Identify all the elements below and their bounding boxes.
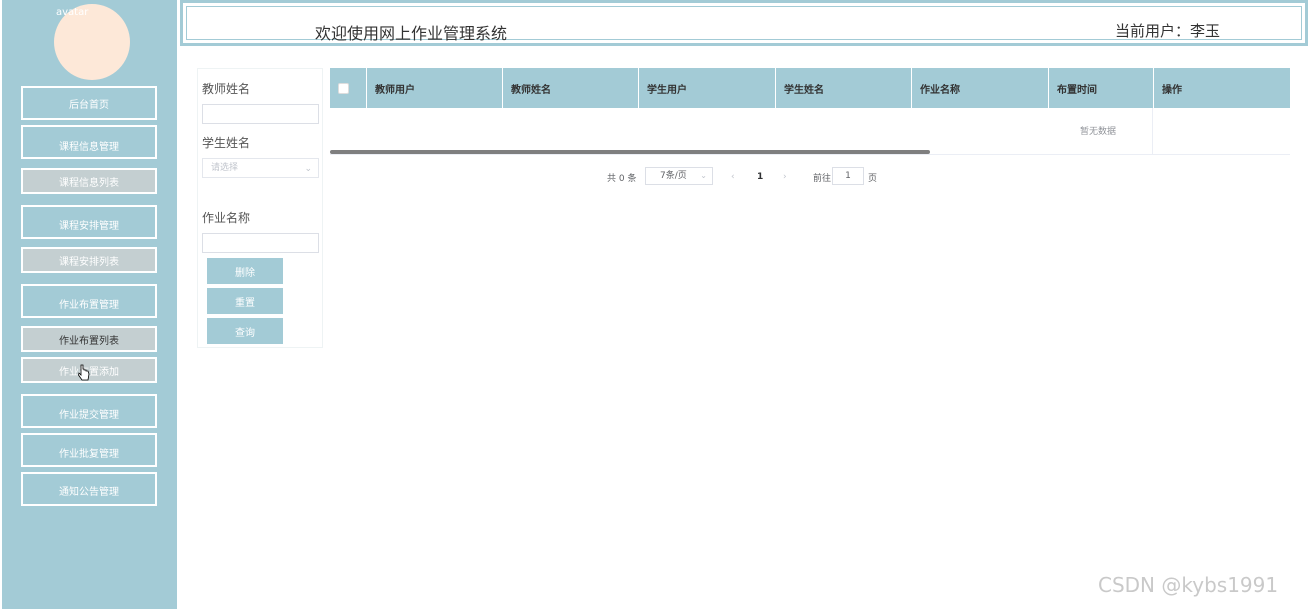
watermark: CSDN @kybs1991 xyxy=(1098,573,1279,597)
query-button[interactable]: 查询 xyxy=(207,318,283,344)
reset-button[interactable]: 重置 xyxy=(207,288,283,314)
nav-course-info-list[interactable]: 课程信息列表 xyxy=(21,168,157,194)
column-header: 操作 xyxy=(1162,84,1182,96)
avatar: avatar xyxy=(54,4,130,80)
select-all-checkbox[interactable] xyxy=(338,82,349,94)
nav-label: 作业布置列表 xyxy=(59,335,119,347)
current-page-number[interactable]: 1 xyxy=(757,167,763,187)
student-name-label: 学生姓名 xyxy=(202,136,251,150)
goto-page-input[interactable]: 1 xyxy=(832,167,864,185)
nav-label: 课程安排列表 xyxy=(59,256,119,268)
mouse-cursor-icon xyxy=(78,364,90,381)
column-header[interactable]: 教师姓名 xyxy=(503,68,639,108)
nav-course-info-manage[interactable]: 课程信息管理 xyxy=(21,125,157,159)
header: 欢迎使用网上作业管理系统 当前用户：李玉 xyxy=(180,0,1308,46)
goto-label: 前往 xyxy=(813,173,832,184)
nav-homework-assign-list[interactable]: 作业布置列表 xyxy=(21,326,157,352)
student-name-select[interactable]: 请选择 ⌄ xyxy=(202,158,319,178)
avatar-alt-text: avatar xyxy=(56,7,89,18)
delete-button[interactable]: 删除 xyxy=(207,258,283,284)
sidebar: avatar 后台首页 课程信息管理 课程信息列表 课程安排管理 课程安排列表 … xyxy=(2,0,177,609)
next-page-icon[interactable]: › xyxy=(783,167,787,187)
select-all-cell xyxy=(330,68,367,108)
nav-label: 作业批复管理 xyxy=(59,448,119,460)
app-title: 欢迎使用网上作业管理系统 xyxy=(315,24,508,43)
nav-home[interactable]: 后台首页 xyxy=(21,86,157,120)
table-body: 暂无数据 xyxy=(330,108,1290,155)
nav-label: 课程信息列表 xyxy=(59,177,119,189)
chevron-down-icon: ⌄ xyxy=(304,164,312,174)
page-size-value: 7条/页 xyxy=(660,171,687,181)
teacher-name-input[interactable] xyxy=(202,104,319,124)
nav-course-schedule-manage[interactable]: 课程安排管理 xyxy=(21,205,157,239)
column-header[interactable]: 作业名称 xyxy=(912,68,1049,108)
data-table: 教师用户 教师姓名 学生用户 学生姓名 作业名称 布置时间 操作 暂无数据 xyxy=(330,68,1290,156)
page-size-select[interactable]: 7条/页 ⌄ xyxy=(645,167,713,185)
empty-text: 暂无数据 xyxy=(1080,127,1117,137)
nav-label: 作业提交管理 xyxy=(59,409,119,421)
column-header[interactable]: 教师用户 xyxy=(367,68,503,108)
nav-homework-review-manage[interactable]: 作业批复管理 xyxy=(21,433,157,467)
nav-notice-manage[interactable]: 通知公告管理 xyxy=(21,472,157,506)
student-name-placeholder: 请选择 xyxy=(211,163,239,173)
nav-label: 作业布置管理 xyxy=(59,299,119,311)
column-header[interactable]: 学生姓名 xyxy=(776,68,912,108)
column-header[interactable]: 学生用户 xyxy=(639,68,776,108)
nav-course-schedule-list[interactable]: 课程安排列表 xyxy=(21,247,157,273)
nav-label: 通知公告管理 xyxy=(59,486,119,498)
homework-name-label: 作业名称 xyxy=(202,211,251,225)
nav-label: 课程信息管理 xyxy=(59,141,119,153)
prev-page-icon[interactable]: ‹ xyxy=(731,167,735,187)
nav-label: 课程安排管理 xyxy=(59,220,119,232)
query-button-label: 查询 xyxy=(235,327,255,339)
current-user-label: 当前用户：李玉 xyxy=(1115,22,1221,40)
delete-button-label: 删除 xyxy=(235,267,255,279)
nav-homework-submit-manage[interactable]: 作业提交管理 xyxy=(21,394,157,428)
teacher-name-label: 教师姓名 xyxy=(202,82,251,96)
header-frame: 欢迎使用网上作业管理系统 当前用户：李玉 xyxy=(186,6,1302,43)
homework-name-input[interactable] xyxy=(202,233,319,253)
reset-button-label: 重置 xyxy=(235,297,255,309)
operation-column-divider xyxy=(1152,108,1153,154)
nav-homework-assign-manage[interactable]: 作业布置管理 xyxy=(21,284,157,318)
table-header: 教师用户 教师姓名 学生用户 学生姓名 作业名称 布置时间 操作 xyxy=(330,68,1290,108)
chevron-down-icon: ⌄ xyxy=(700,171,707,180)
column-header[interactable]: 布置时间 xyxy=(1049,68,1154,108)
page-unit-label: 页 xyxy=(868,173,878,184)
horizontal-scrollbar[interactable] xyxy=(330,150,930,154)
search-panel: 教师姓名 学生姓名 请选择 ⌄ 作业名称 删除 重置 查询 xyxy=(197,68,323,348)
nav-label: 后台首页 xyxy=(69,99,109,111)
pagination-total: 共 0 条 xyxy=(607,173,637,184)
